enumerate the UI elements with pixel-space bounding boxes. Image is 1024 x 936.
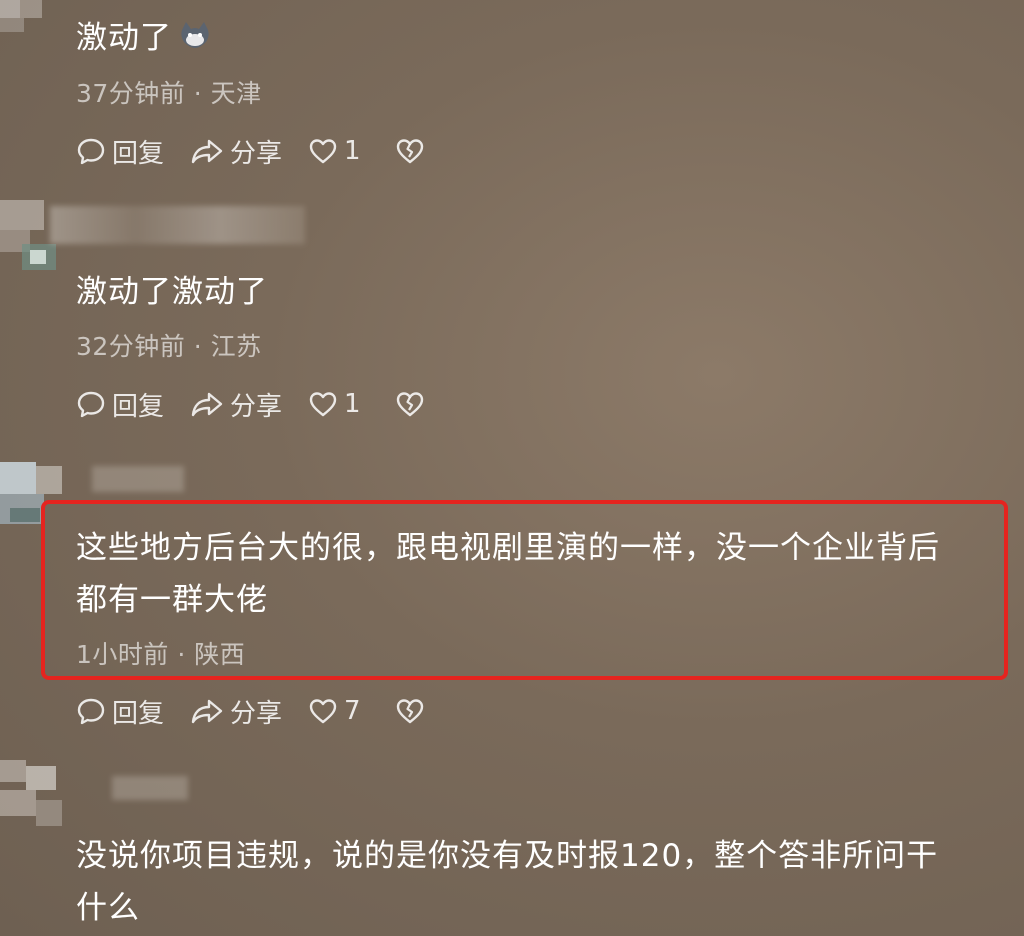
username-blurred [92,466,184,492]
dislike-button[interactable] [395,697,431,725]
like-count: 7 [344,696,361,726]
comment-text: 激动了 [76,12,212,66]
like-button[interactable]: 7 [308,696,361,726]
reply-icon [77,391,105,418]
share-icon [191,392,223,417]
share-label: 分享 [230,391,283,422]
dislike-button[interactable] [395,390,431,418]
like-count: 1 [344,136,361,166]
reply-icon [77,138,105,165]
share-icon [191,699,223,724]
reply-button[interactable]: 回复 [76,693,164,730]
broken-heart-icon [396,392,423,417]
username-blurred [112,776,188,800]
share-label: 分享 [230,138,283,169]
share-button[interactable]: 分享 [190,133,282,170]
reply-button[interactable]: 回复 [76,133,164,170]
comment-meta: 1小时前 · 陕西 [76,640,246,669]
comment-actions: 回复 分享 1 [76,386,457,422]
heart-icon [309,699,337,724]
reply-button[interactable]: 回复 [76,386,164,423]
share-label: 分享 [230,698,283,729]
broken-heart-icon [396,139,423,164]
avatar[interactable] [0,0,60,32]
share-button[interactable]: 分享 [190,693,282,730]
comment-actions: 回复 分享 1 [76,133,457,169]
broken-heart-icon [396,699,423,724]
username-blurred [50,206,305,244]
reply-icon [77,698,105,725]
comment-text-line1: 这些地方后台大的很，跟电视剧里演的一样，没一个企业背后 [76,530,940,566]
like-button[interactable]: 1 [308,136,361,166]
share-button[interactable]: 分享 [190,386,282,423]
avatar[interactable] [0,760,66,838]
heart-icon [309,139,337,164]
heart-icon [309,392,337,417]
comment-meta: 37分钟前 · 天津 [76,79,262,108]
dislike-button[interactable] [395,137,431,165]
comment-text-line1: 没说你项目违规，说的是你没有及时报120，整个答非所问干 [76,838,939,874]
comment-text: 激动了激动了 [76,274,268,310]
reply-label: 回复 [112,138,165,169]
like-count: 1 [344,389,361,419]
comment-text-line2: 什么 [76,890,140,926]
reply-label: 回复 [112,698,165,729]
comment-text-line2: 都有一群大佬 [76,582,268,618]
comment-meta: 32分钟前 · 江苏 [76,332,262,361]
share-icon [191,139,223,164]
like-button[interactable]: 1 [308,389,361,419]
reply-label: 回复 [112,391,165,422]
comment-actions: 回复 分享 7 [76,693,457,729]
cat-emoji-icon [178,14,212,66]
